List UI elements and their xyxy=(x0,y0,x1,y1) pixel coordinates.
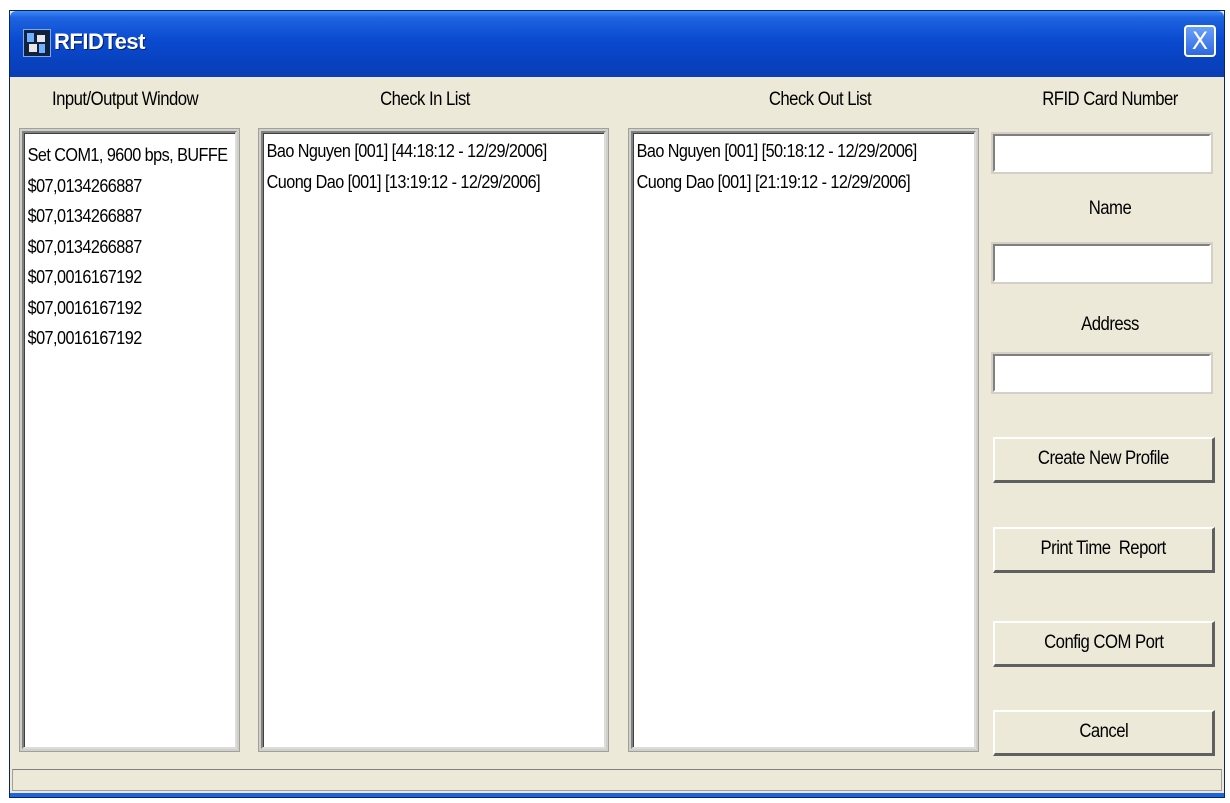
close-button[interactable]: X xyxy=(1184,25,1216,57)
io-line[interactable]: Set COM1, 9600 bps, BUFFE xyxy=(24,140,228,171)
print-time-report-button[interactable]: Print Time Report xyxy=(993,527,1215,573)
config-com-port-label: Config COM Port xyxy=(1043,632,1164,653)
card-number-label: RFID Card Number xyxy=(1042,89,1178,110)
check-out-item[interactable]: Bao Nguyen [001] [50:18:12 - 12/29/2006] xyxy=(633,136,940,167)
rfidtest-window: RFIDTest X Input/Output Window Check In … xyxy=(9,10,1225,798)
app-icon[interactable] xyxy=(23,29,51,57)
cancel-label: Cancel xyxy=(1079,721,1128,742)
cancel-button[interactable]: Cancel xyxy=(993,710,1215,756)
check-in-item[interactable]: Bao Nguyen [001] [44:18:12 - 12/29/2006] xyxy=(263,136,570,167)
create-new-profile-button[interactable]: Create New Profile xyxy=(993,437,1215,483)
io-line[interactable]: $07,0016167192 xyxy=(24,262,214,293)
address-label: Address xyxy=(1081,314,1139,335)
title-bar[interactable]: RFIDTest X xyxy=(10,11,1224,77)
address-field[interactable] xyxy=(993,354,1211,392)
check-in-item[interactable]: Cuong Dao [001] [13:19:12 - 12/29/2006] xyxy=(263,167,570,198)
io-line[interactable]: $07,0016167192 xyxy=(24,323,214,354)
window-title: RFIDTest xyxy=(54,29,145,54)
check-out-label: Check Out List xyxy=(768,89,872,110)
io-line[interactable]: $07,0134266887 xyxy=(24,232,214,263)
check-in-listbox[interactable]: Bao Nguyen [001] [44:18:12 - 12/29/2006]… xyxy=(261,131,606,749)
name-label: Name xyxy=(1088,198,1132,219)
create-new-profile-label: Create New Profile xyxy=(1038,448,1169,469)
check-out-listbox[interactable]: Bao Nguyen [001] [50:18:12 - 12/29/2006]… xyxy=(631,131,976,749)
window-bottom-edge xyxy=(10,793,1224,797)
print-time-report-label: Print Time Report xyxy=(1040,538,1167,559)
io-window-label: Input/Output Window xyxy=(51,89,199,110)
check-in-label: Check In List xyxy=(380,89,470,110)
io-line[interactable]: $07,0134266887 xyxy=(24,171,214,202)
check-out-item[interactable]: Cuong Dao [001] [21:19:12 - 12/29/2006] xyxy=(633,167,940,198)
io-line[interactable]: $07,0134266887 xyxy=(24,201,214,232)
status-bar xyxy=(12,769,1222,791)
name-field[interactable] xyxy=(993,244,1211,282)
config-com-port-button[interactable]: Config COM Port xyxy=(993,621,1215,667)
io-line[interactable]: $07,0016167192 xyxy=(24,293,214,324)
card-number-field[interactable] xyxy=(993,134,1211,172)
io-output-listbox[interactable]: Set COM1, 9600 bps, BUFFE $07,0134266887 $… xyxy=(22,131,237,749)
